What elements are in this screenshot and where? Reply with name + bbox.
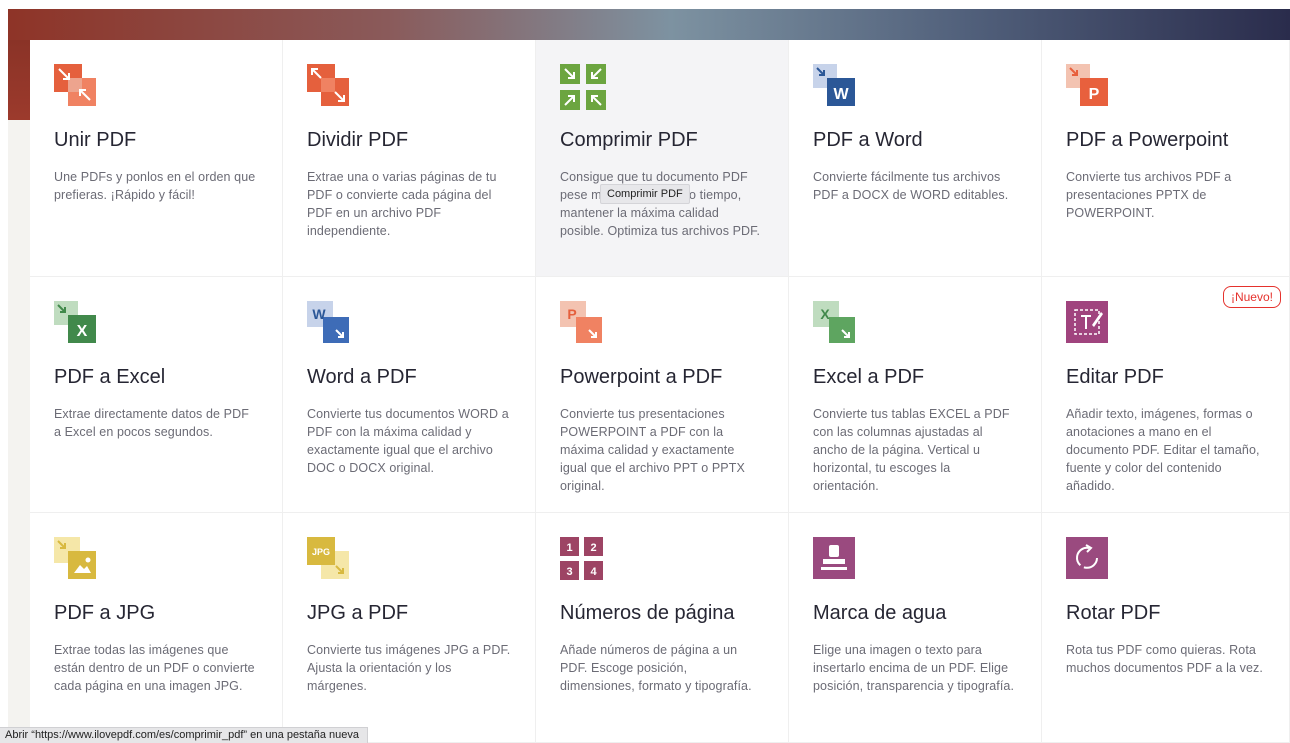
- tool-card-merge-pdf[interactable]: Unir PDF Une PDFs y ponlos en el orden q…: [30, 40, 283, 277]
- tool-description: Convierte tus imágenes JPG a PDF. Ajusta…: [307, 643, 511, 693]
- tool-description: Extrae todas las imágenes que están dent…: [54, 643, 255, 693]
- tool-title: Powerpoint a PDF: [560, 366, 723, 388]
- tool-card-rotate-pdf[interactable]: Rotar PDF Rota tus PDF como quieras. Rot…: [1042, 513, 1290, 743]
- tool-title: PDF a Powerpoint: [1066, 129, 1229, 151]
- digit: 3: [566, 566, 572, 578]
- tool-description: Extrae directamente datos de PDF a Excel…: [54, 407, 249, 439]
- tool-description: Añade números de página a un PDF. Escoge…: [560, 643, 752, 693]
- tool-description: Elige una imagen o texto para insertarlo…: [813, 643, 1015, 693]
- watermark-icon: [813, 537, 861, 585]
- tool-title: Números de página: [560, 602, 735, 624]
- top-margin-overlay: [0, 0, 1290, 9]
- tool-card-word-to-pdf[interactable]: W Word a PDF Convierte tus documentos WO…: [283, 277, 536, 513]
- icon-letter: W: [833, 86, 849, 103]
- tool-title: PDF a Word: [813, 129, 923, 151]
- tool-title: Comprimir PDF: [560, 129, 698, 151]
- pdf-to-word-icon: W: [813, 64, 861, 112]
- tool-card-edit-pdf[interactable]: ¡Nuevo! Editar PDF Añadir texto, imágene…: [1042, 277, 1290, 513]
- jpg-to-pdf-icon: JPG: [307, 537, 355, 585]
- tool-card-jpg-to-pdf[interactable]: JPG JPG a PDF Convierte tus imágenes JPG…: [283, 513, 536, 743]
- tool-card-pdf-to-excel[interactable]: X PDF a Excel Extrae directamente datos …: [30, 277, 283, 513]
- tool-title: Rotar PDF: [1066, 602, 1161, 624]
- merge-icon: [54, 64, 102, 112]
- icon-letter: W: [312, 306, 326, 322]
- tool-card-excel-to-pdf[interactable]: X Excel a PDF Convierte tus tablas EXCEL…: [789, 277, 1042, 513]
- excel-to-pdf-icon: X: [813, 301, 861, 349]
- tool-card-split-pdf[interactable]: Dividir PDF Extrae una o varias páginas …: [283, 40, 536, 277]
- word-to-pdf-icon: W: [307, 301, 355, 349]
- tool-title: Dividir PDF: [307, 129, 409, 151]
- tool-title: Word a PDF: [307, 366, 417, 388]
- tool-title: PDF a JPG: [54, 602, 156, 624]
- left-margin: [0, 0, 8, 743]
- powerpoint-to-pdf-icon: P: [560, 301, 608, 349]
- split-icon: [307, 64, 355, 112]
- tool-card-pdf-to-powerpoint[interactable]: P PDF a Powerpoint Convierte tus archivo…: [1042, 40, 1290, 277]
- tool-title: Editar PDF: [1066, 366, 1164, 388]
- tool-title: Excel a PDF: [813, 366, 925, 388]
- edit-pdf-icon: [1066, 301, 1114, 349]
- tool-card-pdf-to-word[interactable]: W PDF a Word Convierte fácilmente tus ar…: [789, 40, 1042, 277]
- digit: 4: [590, 566, 597, 578]
- tool-description: Añadir texto, imágenes, formas o anotaci…: [1066, 407, 1260, 493]
- icon-letter: P: [1089, 86, 1100, 103]
- tool-description: Convierte tus presentaciones POWERPOINT …: [560, 407, 745, 493]
- tool-description: Extrae una o varias páginas de tu PDF o …: [307, 170, 497, 238]
- tool-card-pdf-to-jpg[interactable]: PDF a JPG Extrae todas las imágenes que …: [30, 513, 283, 743]
- tool-title: PDF a Excel: [54, 366, 166, 388]
- pdf-to-jpg-icon: [54, 537, 102, 585]
- tool-title: JPG a PDF: [307, 602, 409, 624]
- left-accent-strip: [8, 40, 30, 120]
- tool-card-watermark[interactable]: Marca de agua Elige una imagen o texto p…: [789, 513, 1042, 743]
- new-badge: ¡Nuevo!: [1222, 286, 1281, 308]
- digit: 1: [566, 542, 572, 554]
- compress-icon: [560, 64, 608, 112]
- tool-description: Convierte tus documentos WORD a PDF con …: [307, 407, 509, 475]
- tool-card-powerpoint-to-pdf[interactable]: P Powerpoint a PDF Convierte tus present…: [536, 277, 789, 513]
- icon-letter: X: [77, 323, 88, 340]
- pdf-to-excel-icon: X: [54, 301, 102, 349]
- page-numbers-icon: 1 2 3 4: [560, 537, 608, 585]
- tool-card-page-numbers[interactable]: 1 2 3 4 Números de página Añade números …: [536, 513, 789, 743]
- tool-title: Marca de agua: [813, 602, 947, 624]
- hover-tooltip: Comprimir PDF: [600, 184, 690, 204]
- browser-status-bar: Abrir “https://www.ilovepdf.com/es/compr…: [0, 727, 368, 743]
- tool-title: Unir PDF: [54, 129, 137, 151]
- tool-description: Consigue que tu documento PDF pese menos…: [560, 170, 761, 238]
- pdf-to-powerpoint-icon: P: [1066, 64, 1114, 112]
- tool-description: Convierte fácilmente tus archivos PDF a …: [813, 170, 1009, 202]
- tool-description: Convierte tus archivos PDF a presentacio…: [1066, 170, 1232, 220]
- tool-description: Une PDFs y ponlos en el orden que prefie…: [54, 170, 256, 202]
- tool-description: Rota tus PDF como quieras. Rota muchos d…: [1066, 643, 1263, 675]
- icon-letter: X: [820, 306, 830, 322]
- tool-description: Convierte tus tablas EXCEL a PDF con las…: [813, 407, 1010, 493]
- tools-grid: Unir PDF Une PDFs y ponlos en el orden q…: [30, 40, 1290, 743]
- icon-letter: P: [567, 306, 576, 322]
- icon-letter: JPG: [312, 547, 330, 557]
- tool-card-compress-pdf[interactable]: Comprimir PDF Consigue que tu documento …: [536, 40, 789, 277]
- rotate-icon: [1066, 537, 1114, 585]
- digit: 2: [590, 542, 596, 554]
